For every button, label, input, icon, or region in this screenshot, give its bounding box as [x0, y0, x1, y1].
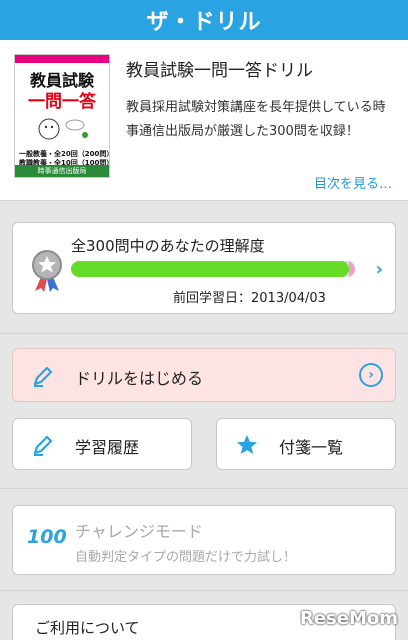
watermark-logo: ReseMom [299, 608, 398, 629]
cover-title-line2: 一問一答 [28, 92, 96, 112]
progress-title: 全300問中のあなたの理解度 [71, 237, 265, 255]
terms-label: ご利用について [35, 619, 140, 637]
cover-publisher: 時事通信出版局 [15, 165, 109, 177]
challenge-mode-button[interactable]: 100 チャレンジモード 自動判定タイプの問題だけで力試し！ [12, 505, 396, 575]
start-drill-button[interactable]: ドリルをはじめる › [12, 348, 396, 402]
chevron-right-icon: › [375, 259, 383, 280]
last-study-date: 前回学習日：2013/04/03 [173, 291, 326, 306]
challenge-subtitle: 自動判定タイプの問題だけで力試し！ [75, 550, 297, 565]
favorites-label: 付箋一覧 [279, 438, 344, 457]
hundred-icon: 100 [27, 526, 67, 548]
chevron-circle-icon: › [359, 363, 383, 387]
challenge-title: チャレンジモード [75, 522, 203, 541]
medal-icon [32, 250, 62, 292]
progress-bar [71, 261, 355, 277]
favorites-button[interactable]: 付箋一覧 [216, 418, 396, 470]
book-info: 教員試験 一問一答 一般教養・全20回（200問） 教職教養・全10回（100問… [0, 40, 408, 200]
cover-band [15, 55, 109, 63]
divider [0, 333, 408, 334]
toc-link[interactable]: 目次を見る… [314, 173, 392, 192]
start-drill-label: ドリルをはじめる [75, 369, 204, 388]
progress-card[interactable]: 全300問中のあなたの理解度 前回学習日：2013/04/03 › [12, 222, 396, 314]
star-icon [237, 435, 257, 454]
pencil-icon [33, 435, 53, 456]
history-button[interactable]: 学習履歴 [12, 418, 192, 470]
divider [0, 488, 408, 489]
cover-illustration [38, 118, 88, 140]
book-description: 教員採用試験対策講座を長年提供している時事通信出版局が厳選した300問を収録！ [126, 100, 386, 139]
app-title: ザ・ドリル [146, 10, 262, 35]
history-label: 学習履歴 [75, 438, 140, 457]
pencil-icon [33, 366, 53, 387]
app-header: ザ・ドリル [0, 0, 408, 40]
divider [0, 200, 408, 201]
divider [0, 590, 408, 591]
book-title: 教員試験一問一答ドリル [126, 61, 313, 81]
progress-bar-end [349, 261, 355, 277]
progress-bar-fill [71, 261, 350, 277]
book-cover: 教員試験 一問一答 一般教養・全20回（200問） 教職教養・全10回（100問… [14, 54, 110, 178]
